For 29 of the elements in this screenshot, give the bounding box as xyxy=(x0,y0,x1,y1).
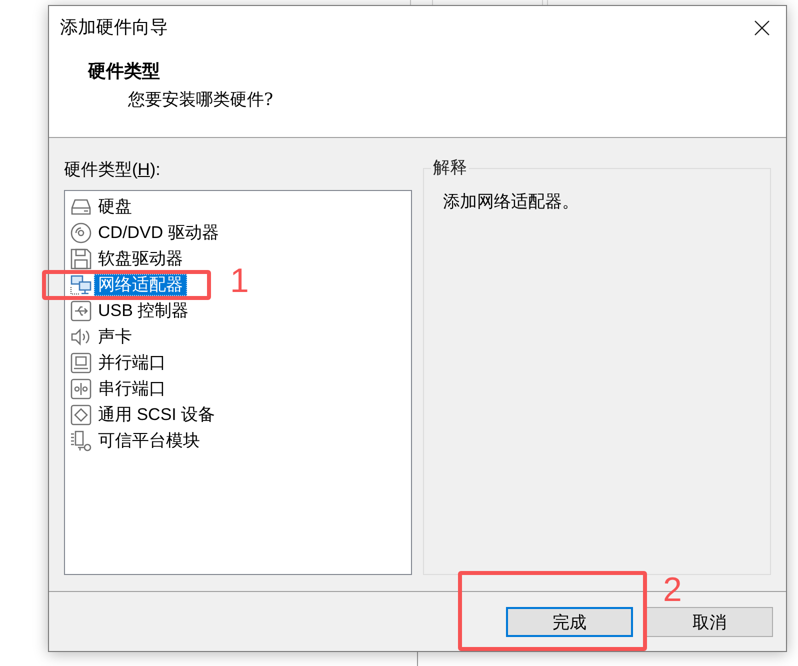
usb-icon xyxy=(70,300,92,322)
annotation-number: 1 xyxy=(230,264,249,298)
list-label: 硬件类型(H): xyxy=(64,160,160,180)
page-subtitle: 您要安装哪类硬件? xyxy=(128,89,274,111)
group-title: 解释 xyxy=(432,158,468,178)
hardware-type-item[interactable]: 软盘驱动器 xyxy=(94,248,187,270)
hardware-type-item[interactable]: 串行端口 xyxy=(94,378,170,400)
page-heading: 硬件类型 xyxy=(88,61,160,83)
chip-key-icon xyxy=(70,430,92,452)
hardware-type-item[interactable]: CD/DVD 驱动器 xyxy=(94,222,223,244)
hardware-type-item[interactable]: 网络适配器 xyxy=(94,274,187,296)
close-button[interactable] xyxy=(754,20,770,36)
monitors-icon xyxy=(70,274,92,296)
finish-button[interactable]: 完成 xyxy=(506,607,633,637)
annotation-number: 2 xyxy=(663,573,682,607)
window-title: 添加硬件向导 xyxy=(60,16,168,40)
hardware-type-item[interactable]: USB 控制器 xyxy=(94,300,193,322)
hardware-type-item[interactable]: 硬盘 xyxy=(94,196,136,218)
connector-icon xyxy=(70,378,92,400)
close-icon xyxy=(754,20,770,36)
hardware-type-item[interactable]: 通用 SCSI 设备 xyxy=(94,404,220,426)
hardware-type-item[interactable]: 并行端口 xyxy=(94,352,170,374)
cancel-button[interactable]: 取消 xyxy=(646,607,773,637)
hardware-type-item[interactable]: 可信平台模块 xyxy=(94,430,204,452)
disc-icon xyxy=(70,222,92,244)
explanation-text: 添加网络适配器。 xyxy=(443,192,579,212)
speaker-icon xyxy=(70,326,92,348)
hardware-type-item[interactable]: 声卡 xyxy=(94,326,136,348)
laptop-icon xyxy=(70,352,92,374)
